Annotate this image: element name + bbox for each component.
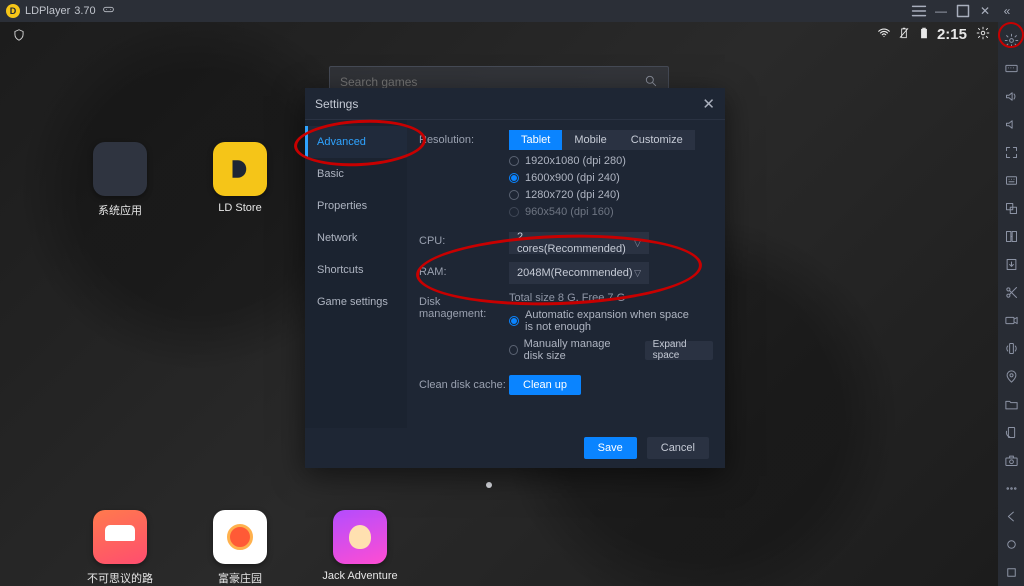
tab-basic[interactable]: Basic [305, 158, 407, 190]
resolution-option[interactable]: 1920x1080 (dpi 280) [509, 155, 713, 167]
screenshot-icon[interactable] [998, 446, 1024, 474]
close-icon[interactable]: ✕ [702, 95, 715, 113]
home-pager[interactable] [486, 482, 492, 488]
app-icon-jack-adventure[interactable]: Jack Adventure [320, 510, 400, 582]
battery-crossed-icon [897, 26, 911, 43]
app-icon-ld-store[interactable]: LD Store [200, 142, 280, 214]
shared-folder-icon[interactable] [998, 390, 1024, 418]
resolution-option[interactable]: 1280x720 (dpi 240) [509, 189, 713, 201]
recents-icon[interactable] [998, 558, 1024, 586]
tab-shortcuts[interactable]: Shortcuts [305, 254, 407, 286]
scissors-icon[interactable] [998, 278, 1024, 306]
fullscreen-icon[interactable] [998, 138, 1024, 166]
location-icon[interactable] [998, 362, 1024, 390]
settings-gear-icon-android[interactable] [976, 26, 990, 43]
search-input[interactable] [340, 75, 644, 89]
ram-select[interactable]: 2048M(Recommended) ▽ [509, 262, 649, 284]
clock: 2:15 [937, 26, 967, 43]
settings-title: Settings [315, 97, 358, 111]
menu-button[interactable] [908, 0, 930, 22]
clean-up-button[interactable]: Clean up [509, 375, 581, 395]
multi-instance-icon[interactable] [998, 194, 1024, 222]
app-icon-system-apps[interactable]: 系统应用 [80, 142, 160, 218]
battery-icon [917, 26, 931, 43]
volume-down-icon[interactable] [998, 110, 1024, 138]
more-icon[interactable] [998, 474, 1024, 502]
maximize-button[interactable] [952, 0, 974, 22]
wifi-icon [877, 26, 891, 43]
close-button[interactable]: ✕ [974, 0, 996, 22]
app-icon-road[interactable]: 不可思议的路 [80, 510, 160, 586]
settings-content: Resolution: Tablet Mobile Customize 1920… [407, 120, 725, 428]
tab-properties[interactable]: Properties [305, 190, 407, 222]
record-icon[interactable] [998, 306, 1024, 334]
resolution-label: Resolution: [419, 130, 509, 146]
minimize-button[interactable]: — [930, 0, 952, 22]
disk-status: Total size 8 G, Free 7 G [509, 292, 713, 304]
app-label: 不可思议的路 [80, 570, 160, 586]
app-label: 富豪庄园 [200, 570, 280, 586]
shake-icon[interactable] [998, 334, 1024, 362]
app-logo-icon: D [6, 4, 20, 18]
mode-customize[interactable]: Customize [619, 130, 695, 150]
save-button[interactable]: Save [584, 437, 637, 459]
app-label: 系统应用 [80, 202, 160, 218]
settings-dialog: Settings ✕ Advanced Basic Properties Net… [305, 88, 725, 468]
right-toolbar [998, 22, 1024, 586]
settings-tabs: Advanced Basic Properties Network Shortc… [305, 120, 407, 428]
tab-game-settings[interactable]: Game settings [305, 286, 407, 318]
cpu-select[interactable]: 2 cores(Recommended) ▽ [509, 232, 649, 254]
expand-space-button[interactable]: Expand space [645, 341, 713, 360]
app-name: LDPlayer [25, 5, 70, 17]
back-icon[interactable] [998, 502, 1024, 530]
apk-install-icon[interactable] [998, 250, 1024, 278]
settings-title-bar: Settings ✕ [305, 88, 725, 120]
tab-network[interactable]: Network [305, 222, 407, 254]
rotate-icon[interactable] [998, 418, 1024, 446]
android-status-bar: 2:15 [877, 26, 990, 43]
disk-label: Disk management: [419, 292, 509, 320]
cache-label: Clean disk cache: [419, 375, 509, 391]
resolution-option[interactable]: 960x540 (dpi 160) [509, 206, 713, 218]
shield-icon [12, 28, 26, 45]
collapse-sidebar-button[interactable]: « [996, 0, 1018, 22]
disk-option-auto[interactable]: Automatic expansion when space is not en… [509, 309, 713, 333]
tab-advanced[interactable]: Advanced [305, 126, 407, 158]
app-label: Jack Adventure [320, 570, 400, 582]
gamepad-icon[interactable] [102, 3, 115, 19]
cancel-button[interactable]: Cancel [647, 437, 709, 459]
keymap-icon[interactable] [998, 166, 1024, 194]
sync-icon[interactable] [998, 222, 1024, 250]
keyboard-icon[interactable] [998, 54, 1024, 82]
volume-up-icon[interactable] [998, 82, 1024, 110]
mode-tablet[interactable]: Tablet [509, 130, 562, 150]
ram-label: RAM: [419, 262, 509, 278]
app-icon-fuhao[interactable]: 富豪庄园 [200, 510, 280, 586]
titlebar: D LDPlayer 3.70 — ✕ « [0, 0, 1024, 22]
app-version: 3.70 [74, 5, 95, 17]
app-label: LD Store [200, 202, 280, 214]
settings-footer: Save Cancel [305, 428, 725, 468]
chevron-down-icon: ▽ [634, 238, 641, 249]
settings-gear-icon[interactable] [998, 26, 1024, 54]
chevron-down-icon: ▽ [634, 268, 641, 279]
resolution-option[interactable]: 1600x900 (dpi 240) [509, 172, 713, 184]
mode-mobile[interactable]: Mobile [562, 130, 618, 150]
disk-option-manual[interactable]: Manually manage disk size Expand space [509, 338, 713, 362]
resolution-mode-segment[interactable]: Tablet Mobile Customize [509, 130, 695, 150]
cpu-label: CPU: [419, 231, 509, 247]
home-icon[interactable] [998, 530, 1024, 558]
